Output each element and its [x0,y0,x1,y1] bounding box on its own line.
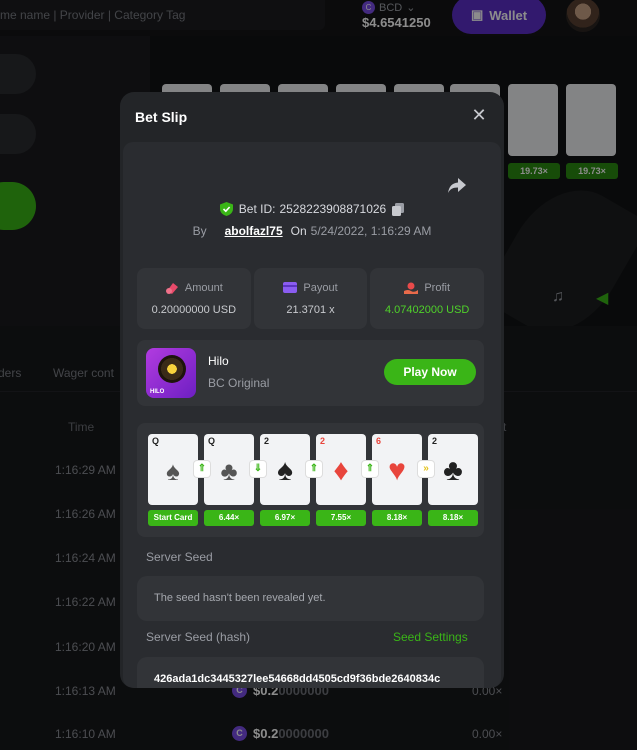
higher-arrow-icon: ⇑ [194,461,210,477]
card-suit-icon: ♥ [388,454,406,487]
card-rank: Q [208,436,216,446]
bettor-line: By abolfazl75 On 5/24/2022, 1:16:29 AM [123,224,501,238]
stat-label: Payout [303,281,338,294]
bet-id-line: Bet ID: 2528223908871026 [123,202,501,216]
card-entry: 2 ♦ 7.55× ⇑ [306,434,366,526]
share-icon[interactable] [447,176,467,194]
card-payment-icon [283,282,298,293]
game-name: Hilo [208,354,229,368]
verified-shield-icon [219,202,233,216]
card-suit-icon: ♠ [166,456,180,486]
multiplier-pill: 8.18× [428,510,478,526]
modal-title: Bet Slip [135,109,188,125]
bet-id-value: 2528223908871026 [279,202,387,216]
card-entry: 2 ♣ 8.18×» [418,434,478,526]
game-subtitle: BC Original [208,376,270,390]
card-strip: Q ♠ Start Card Q ♣ 6.44× ⇑ 2 ♠ 6.97× ⇓ 2 ♦ 7.55× ⇑ 6 ♥ 8.… [148,434,478,526]
server-seed-hash-field[interactable]: 426ada1dc3445327lee54668dd4505cd9f36bde2… [137,657,484,688]
stat-value: 0.20000000 USD [151,303,237,316]
stat-value: 4.07402000 USD [384,303,470,316]
card-rank: Q [152,436,160,446]
multiplier-pill: 8.18× [372,510,422,526]
stat-payout: Payout 21.3701 x [253,268,368,329]
card-entry: Q ♣ 6.44× ⇑ [194,434,254,526]
server-seed-label: Server Seed [146,550,213,564]
card-history: Q ♠ Start Card Q ♣ 6.44× ⇑ 2 ♠ 6.97× ⇓ 2 ♦ 7.55× ⇑ 6 ♥ 8.… [137,423,484,537]
stat-amount: Amount 0.20000000 USD [137,268,251,329]
card-entry: 6 ♥ 8.18× ⇑ [362,434,422,526]
user-link[interactable]: abolfazl75 [225,224,283,238]
playing-card: 2 ♦ [316,434,366,505]
stat-profit: Profit 4.07402000 USD [370,268,485,329]
seed-settings-link[interactable]: Seed Settings [393,630,468,644]
profit-hand-icon [404,282,419,294]
card-entry: Q ♠ Start Card [148,434,198,526]
play-now-button[interactable]: Play Now [384,359,476,385]
card-suit-icon: ♦ [333,454,349,487]
by-label: By [192,224,207,238]
bet-slip-modal: Bet Slip ✕ Bet ID: 2528223908871026 By a… [120,92,504,688]
game-thumb-label: HILO [150,389,165,395]
server-seed-hash-label: Server Seed (hash) [146,630,251,644]
lower-arrow-icon: ⇓ [250,461,266,477]
bet-datetime: 5/24/2022, 1:16:29 AM [310,224,432,238]
card-suit-icon: ♠ [277,454,293,487]
server-seed-field[interactable]: The seed hasn't been revealed yet. [137,576,484,621]
skip-icon: » [418,461,434,477]
playing-card: Q ♣ [204,434,254,505]
bet-stats: Amount 0.20000000 USD Payout 21.3701 x P… [137,268,485,329]
stat-value: 21.3701 x [286,303,335,316]
bet-details: Bet ID: 2528223908871026 By abolfazl75 O… [123,142,501,688]
card-rank: 2 [320,436,326,446]
card-rank: 2 [432,436,438,446]
playing-card: 6 ♥ [372,434,422,505]
playing-card: 2 ♠ [260,434,310,505]
card-entry: 2 ♠ 6.97× ⇓ [250,434,310,526]
multiplier-pill: 7.55× [316,510,366,526]
bet-id-label: Bet ID: [238,202,276,216]
money-icon [165,282,178,294]
multiplier-pill: 6.44× [204,510,254,526]
multiplier-pill: 6.97× [260,510,310,526]
card-suit-icon: ♣ [220,456,238,486]
hilo-game-icon[interactable]: HILO [146,348,196,398]
on-label: On [290,224,307,238]
playing-card: Q ♠ [148,434,198,505]
card-rank: 6 [376,436,382,446]
close-icon[interactable]: ✕ [470,106,488,124]
higher-arrow-icon: ⇑ [306,461,322,477]
card-suit-icon: ♣ [443,454,463,487]
stat-label: Amount [184,281,223,294]
playing-card: 2 ♣ [428,434,478,505]
stat-label: Profit [424,281,451,294]
card-rank: 2 [264,436,270,446]
copy-icon[interactable] [392,202,405,216]
game-info: HILO Hilo BC Original Play Now [137,340,484,406]
higher-arrow-icon: ⇑ [362,461,378,477]
multiplier-pill: Start Card [148,510,198,526]
